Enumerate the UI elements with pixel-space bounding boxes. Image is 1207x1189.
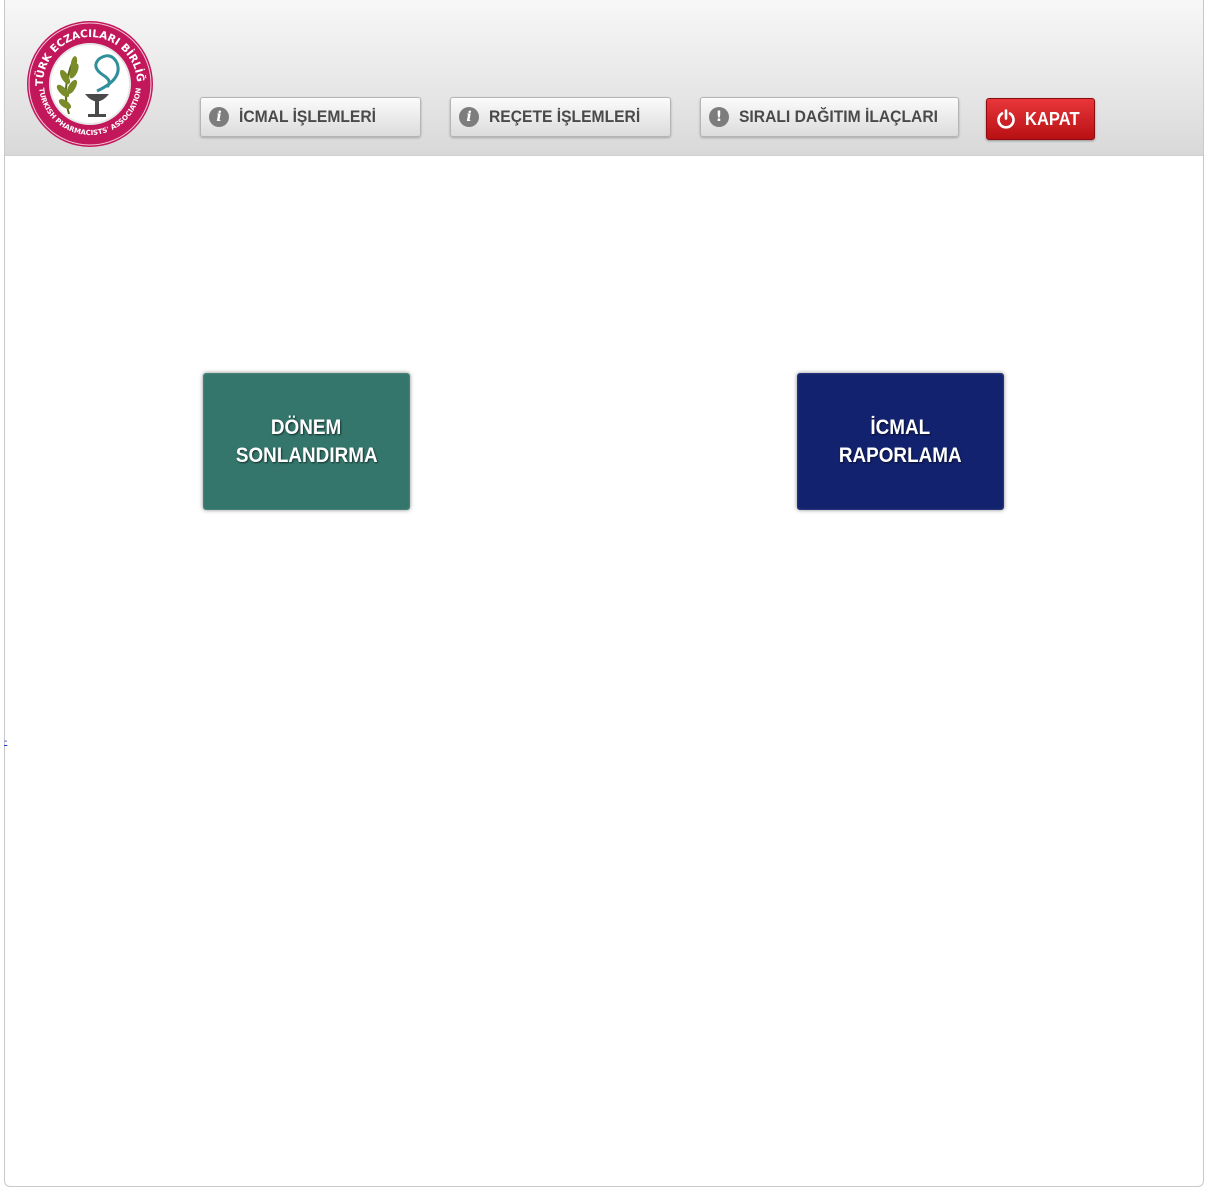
sirali-dagitim-ilaclari-label: SIRALI DAĞITIM İLAÇLARI (739, 107, 938, 126)
icmal-raporlama-tile[interactable]: İCMAL RAPORLAMA (797, 373, 1004, 510)
sirali-dagitim-ilaclari-button[interactable]: ! SIRALI DAĞITIM İLAÇLARI (700, 97, 959, 137)
association-logo: TÜRK ECZACILARI BİRLİĞİ TURKISH PHARMACI… (25, 19, 153, 147)
tile-line1: DÖNEM (271, 415, 342, 439)
app-window: TÜRK ECZACILARI BİRLİĞİ TURKISH PHARMACI… (4, 0, 1204, 1187)
recete-islemleri-button[interactable]: i REÇETE İŞLEMLERİ (450, 97, 671, 137)
power-icon (997, 109, 1015, 129)
icmal-islemleri-button[interactable]: i İCMAL İŞLEMLERİ (200, 97, 421, 137)
tile-line1: İCMAL (870, 415, 931, 439)
icmal-islemleri-label: İCMAL İŞLEMLERİ (239, 107, 377, 126)
donem-sonlandirma-tile[interactable]: DÖNEM SONLANDIRMA (203, 373, 410, 510)
header-bar: TÜRK ECZACILARI BİRLİĞİ TURKISH PHARMACI… (5, 0, 1203, 156)
kapat-button[interactable]: KAPAT (986, 98, 1095, 140)
side-link[interactable]: - (4, 736, 7, 747)
recete-islemleri-label: REÇETE İŞLEMLERİ (489, 107, 641, 126)
info-icon: i (459, 107, 479, 127)
info-icon: i (209, 107, 229, 127)
alert-icon: ! (709, 107, 729, 127)
tile-line2: RAPORLAMA (839, 443, 962, 467)
kapat-label: KAPAT (1025, 108, 1080, 129)
tile-line2: SONLANDIRMA (235, 443, 378, 467)
